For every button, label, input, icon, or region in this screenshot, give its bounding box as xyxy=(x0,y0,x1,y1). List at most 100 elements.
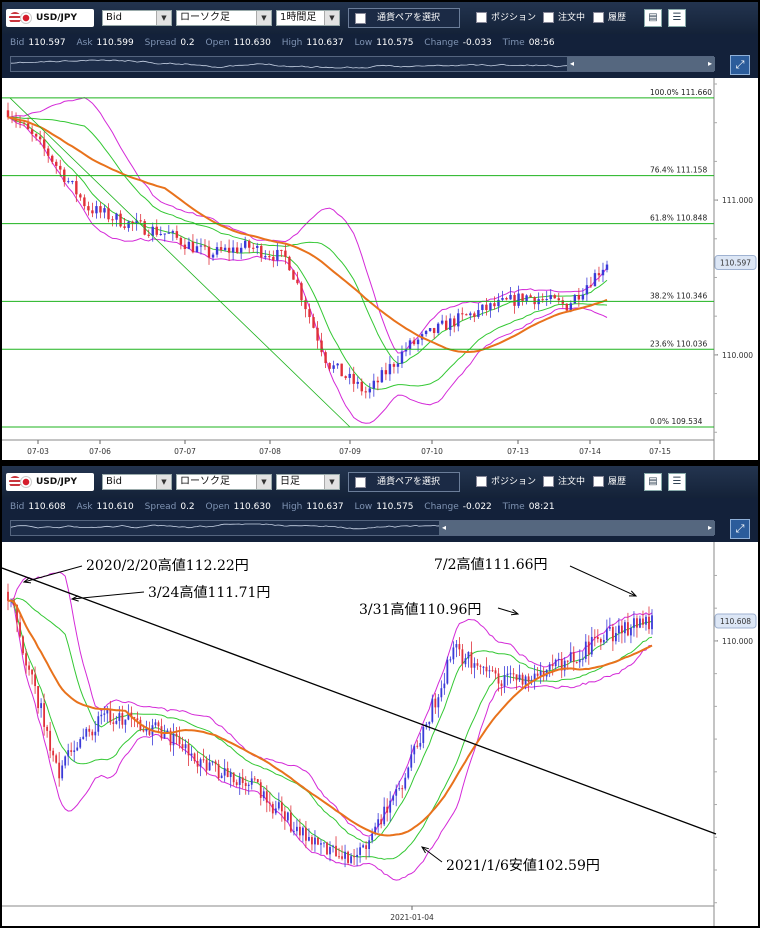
candle-up xyxy=(408,340,412,350)
chart-settings-icon[interactable]: ▤ xyxy=(644,9,662,27)
candle-down xyxy=(226,768,229,778)
candle-down xyxy=(299,826,301,836)
candle-down xyxy=(181,744,184,749)
candle-down xyxy=(244,782,247,786)
history-checkbox[interactable] xyxy=(593,476,604,487)
candle-up xyxy=(489,303,492,311)
candle-up xyxy=(452,647,455,660)
pair-select-button[interactable]: 通貨ペアを選択 xyxy=(348,8,460,28)
candle-up xyxy=(356,381,359,384)
candle-up xyxy=(624,622,626,634)
time-label: Time xyxy=(502,38,525,48)
candle-down xyxy=(541,299,544,301)
high-value: 110.637 xyxy=(306,38,344,48)
indicator-list-icon[interactable]: ☰ xyxy=(668,473,686,491)
candle-up xyxy=(455,644,458,648)
price-type-select[interactable]: Bid ▼ xyxy=(102,474,172,490)
candle-up xyxy=(103,713,106,715)
timeframe-select[interactable]: 1時間足 ▼ xyxy=(276,10,340,26)
chevron-right-icon[interactable]: ▸ xyxy=(705,57,715,71)
candle-down xyxy=(58,762,61,779)
pair-select-checkbox[interactable] xyxy=(355,477,366,488)
candle-down xyxy=(55,755,58,763)
candle-down xyxy=(51,155,54,162)
candle-down xyxy=(88,728,91,732)
navigator-handle[interactable]: ◂ ▸ xyxy=(567,57,715,71)
candle-up xyxy=(262,791,265,798)
orders-checkbox[interactable] xyxy=(543,12,554,23)
candle-down xyxy=(284,250,287,257)
candle-down xyxy=(470,651,473,668)
candle-up xyxy=(190,753,193,756)
time-value: 08:21 xyxy=(528,502,555,512)
candle-down xyxy=(338,856,340,858)
candle-down xyxy=(283,811,286,821)
chart-settings-icon[interactable]: ▤ xyxy=(644,473,662,491)
candle-up xyxy=(392,795,395,801)
candle-down xyxy=(485,666,488,672)
price-type-select[interactable]: Bid ▼ xyxy=(102,10,172,26)
chevron-left-icon[interactable]: ◂ xyxy=(567,57,577,71)
candle-down xyxy=(55,161,58,166)
candle-down xyxy=(214,761,217,765)
candle-up xyxy=(578,659,581,663)
currency-pair-selector[interactable]: USD/JPY xyxy=(6,473,94,491)
hourly-chart-area[interactable]: 111.000 110.000 07-03 07-06 07-07 07-08 07-09 0… xyxy=(2,78,758,460)
chevron-down-icon: ▼ xyxy=(256,475,271,489)
candle-up xyxy=(593,273,597,287)
history-checkbox[interactable] xyxy=(593,12,604,23)
navigator-scrollbar[interactable]: ◂ ▸ xyxy=(10,56,715,72)
candle-down xyxy=(364,391,367,393)
candle-down xyxy=(527,676,530,682)
candle-up xyxy=(419,742,422,747)
timeframe-select[interactable]: 日足 ▼ xyxy=(276,474,340,490)
candle-down xyxy=(191,241,195,253)
navigator-bar: ◂ ▸ ⤢ xyxy=(2,516,758,542)
candle-up xyxy=(348,373,351,378)
chevron-right-icon[interactable]: ▸ xyxy=(705,521,715,535)
candle-up xyxy=(614,632,617,642)
position-checkbox[interactable] xyxy=(476,12,487,23)
chart-type-select[interactable]: ローソク足 ▼ xyxy=(176,10,272,26)
candle-down xyxy=(577,294,581,300)
pair-select-button[interactable]: 通貨ペアを選択 xyxy=(348,472,460,492)
candle-down xyxy=(593,636,596,638)
indicator-list-icon[interactable]: ☰ xyxy=(668,9,686,27)
daily-chart-area[interactable]: 110.000 2021-01-04 110.608 2020/2/20高値112.2… xyxy=(2,542,758,926)
candle-down xyxy=(536,673,539,676)
navigator-handle[interactable]: ◂ ▸ xyxy=(439,521,715,535)
fibonacci-label: 0.0% 109.534 xyxy=(650,417,703,426)
candle-up xyxy=(154,722,157,726)
candle-up xyxy=(581,294,585,300)
pair-select-checkbox[interactable] xyxy=(355,13,366,24)
expand-icon[interactable]: ⤢ xyxy=(730,519,750,539)
candle-down xyxy=(207,246,211,258)
currency-pair-selector[interactable]: USD/JPY xyxy=(6,9,94,27)
candle-down xyxy=(252,247,255,249)
candle-down xyxy=(25,653,27,666)
candle-up xyxy=(211,254,215,258)
bid-value: 110.608 xyxy=(28,502,66,512)
candle-up xyxy=(509,673,512,675)
position-checkbox[interactable] xyxy=(476,476,487,487)
candle-up xyxy=(545,299,548,301)
navigator-scrollbar[interactable]: ◂ ▸ xyxy=(10,520,715,536)
candle-up xyxy=(368,840,371,850)
candle-down xyxy=(37,686,39,709)
candle-down xyxy=(112,722,115,724)
daily-candlestick-chart[interactable]: 110.000 2021-01-04 110.608 2020/2/20高値112.2… xyxy=(2,542,758,926)
chevron-left-icon[interactable]: ◂ xyxy=(439,521,449,535)
candle-down xyxy=(352,373,355,384)
expand-icon[interactable]: ⤢ xyxy=(730,55,750,75)
candle-down xyxy=(139,220,142,222)
chart-type-select[interactable]: ローソク足 ▼ xyxy=(176,474,272,490)
candle-down xyxy=(365,845,368,850)
candle-up xyxy=(163,233,166,235)
candle-down xyxy=(34,674,36,687)
chart-toolbar: USD/JPY Bid ▼ ローソク足 ▼ 日足 ▼ 通貨ペアを選択 ポジション 注文… xyxy=(2,466,758,498)
hourly-candlestick-chart[interactable]: 111.000 110.000 07-03 07-06 07-07 07-08 07-09 0… xyxy=(2,78,758,460)
time-label: Time xyxy=(502,502,525,512)
orders-checkbox[interactable] xyxy=(543,476,554,487)
candle-up xyxy=(229,772,232,778)
pair-label: USD/JPY xyxy=(36,13,78,23)
